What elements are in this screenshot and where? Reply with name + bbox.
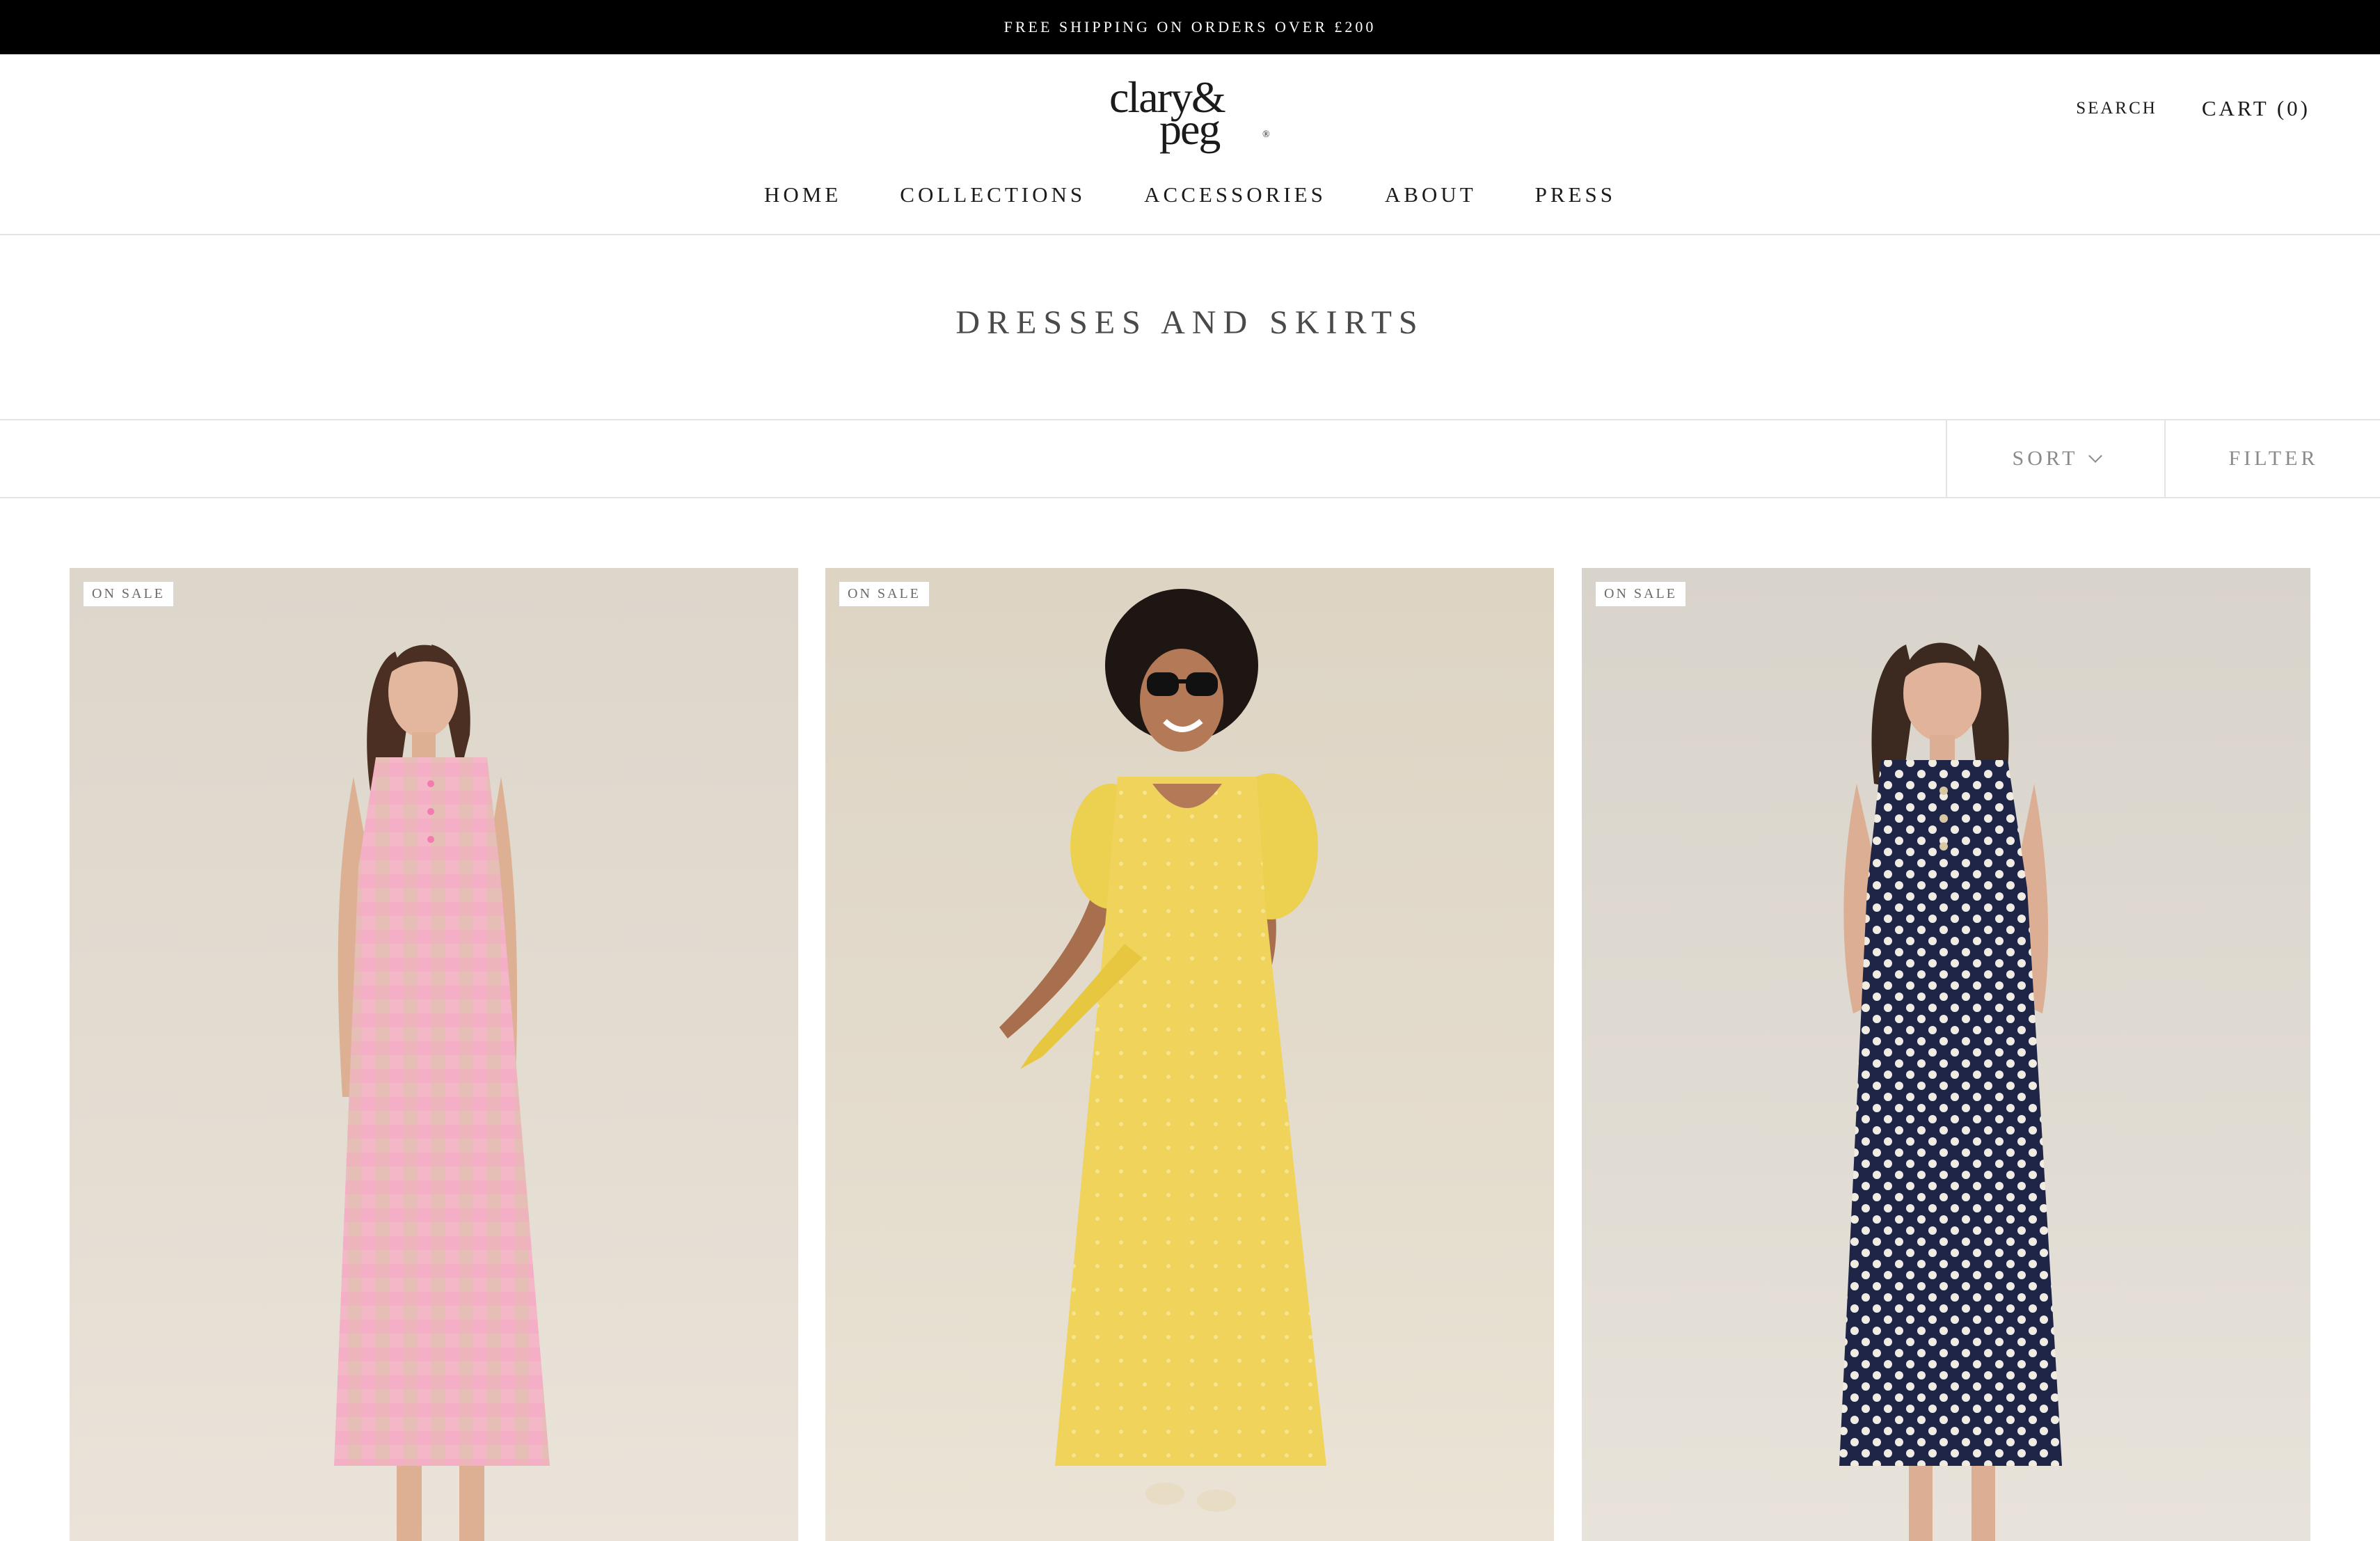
header-actions: SEARCH CART (0)	[2076, 96, 2310, 121]
filter-button[interactable]: FILTER	[2164, 419, 2380, 498]
product-card[interactable]: ON SALE	[1582, 568, 2310, 1541]
header-divider	[0, 234, 2380, 235]
announcement-bar: FREE SHIPPING ON ORDERS OVER £200	[0, 0, 2380, 54]
product-image	[999, 589, 1326, 1512]
sort-label: SORT	[2012, 447, 2079, 470]
nav-item-collections[interactable]: COLLECTIONS	[900, 182, 1086, 207]
logo-registered-mark: ®	[1262, 129, 1270, 140]
chevron-down-icon	[2088, 449, 2103, 463]
on-sale-badge: ON SALE	[1596, 582, 1685, 606]
search-link[interactable]: SEARCH	[2076, 99, 2157, 118]
brand-logo[interactable]: clary& peg ®	[1106, 75, 1274, 154]
cart-link[interactable]: CART (0)	[2202, 96, 2310, 121]
nav-item-press[interactable]: PRESS	[1535, 182, 1616, 207]
main-navigation: HOME COLLECTIONS ACCESSORIES ABOUT PRESS	[0, 182, 2380, 207]
nav-item-accessories[interactable]: ACCESSORIES	[1144, 182, 1326, 207]
on-sale-badge: ON SALE	[839, 582, 929, 606]
product-image	[1839, 642, 2062, 1541]
filter-label: FILTER	[2228, 447, 2319, 470]
collection-toolbar: SORT FILTER	[0, 419, 2380, 498]
page-title: DRESSES AND SKIRTS	[955, 304, 1425, 341]
product-image	[334, 645, 550, 1541]
toolbar-bottom-divider	[0, 497, 2380, 498]
on-sale-badge: ON SALE	[84, 582, 173, 606]
logo-text-line2: peg	[1159, 104, 1221, 154]
nav-item-about[interactable]: ABOUT	[1385, 182, 1477, 207]
product-card[interactable]: ON SALE	[70, 568, 798, 1541]
nav-item-home[interactable]: HOME	[764, 182, 841, 207]
sort-button[interactable]: SORT	[1946, 419, 2166, 498]
product-card[interactable]: ON SALE	[825, 568, 1554, 1541]
announcement-text: FREE SHIPPING ON ORDERS OVER £200	[1003, 18, 1377, 35]
